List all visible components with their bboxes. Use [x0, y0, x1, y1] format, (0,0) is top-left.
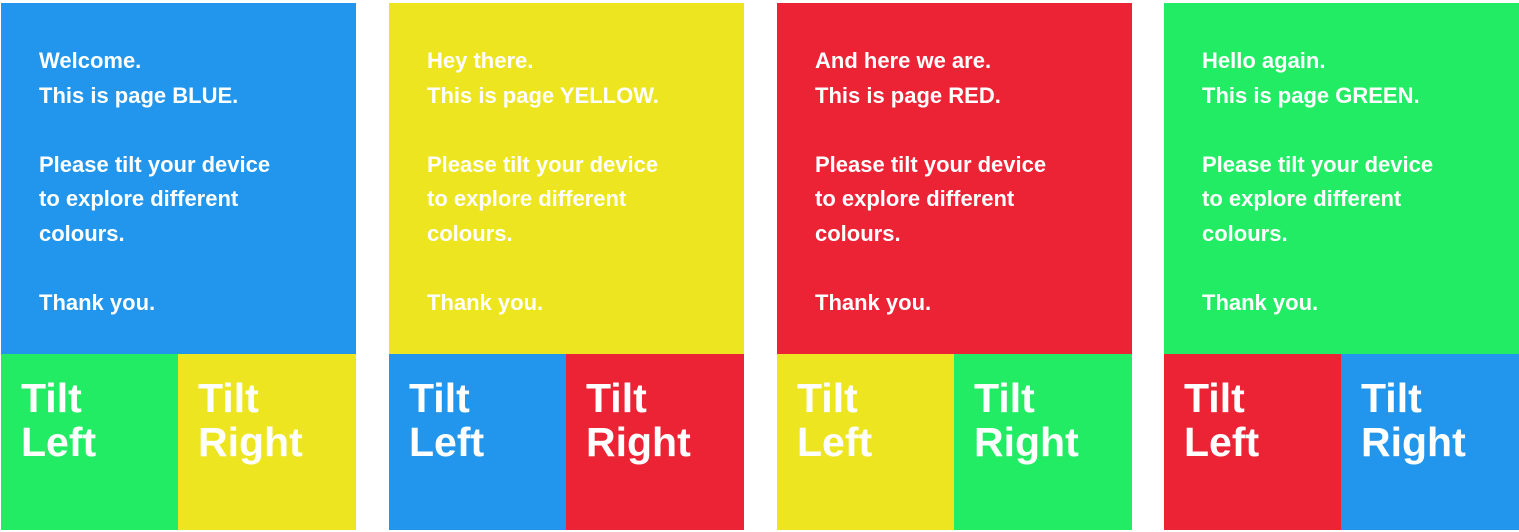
- message-text: Hello again. This is page GREEN. Please …: [1202, 44, 1433, 320]
- tilt-right-button[interactable]: Tilt Right: [178, 354, 356, 530]
- tilt-right-label: Tilt Right: [586, 375, 691, 465]
- message-panel: And here we are. This is page RED. Pleas…: [777, 3, 1132, 354]
- instruction-line-3: colours.: [1202, 220, 1288, 246]
- tilt-left-button[interactable]: Tilt Left: [1, 354, 179, 530]
- instruction-line-1: Please tilt your device: [39, 151, 271, 177]
- page-name-text: This is page GREEN.: [1202, 82, 1420, 108]
- tilt-left-button[interactable]: Tilt Left: [777, 354, 955, 530]
- tilt-right-label: Tilt Right: [198, 375, 303, 465]
- page-name-text: This is page BLUE.: [39, 82, 239, 108]
- screen-page-yellow: Hey there. This is page YELLOW. Please t…: [389, 3, 744, 530]
- greeting-text: Welcome.: [39, 48, 142, 73]
- instruction-line-2: to explore different: [427, 186, 627, 211]
- screen-page-green: Hello again. This is page GREEN. Please …: [1164, 3, 1519, 530]
- page-name-text: This is page YELLOW.: [427, 82, 659, 108]
- page-name-text: This is page RED.: [815, 82, 1001, 108]
- instruction-line-2: to explore different: [815, 186, 1015, 211]
- tilt-left-label: Tilt Left: [1184, 375, 1260, 465]
- instruction-line-3: colours.: [815, 220, 901, 246]
- greeting-text: And here we are.: [815, 48, 992, 73]
- instruction-line-2: to explore different: [1202, 186, 1402, 211]
- instruction-line-1: Please tilt your device: [427, 151, 659, 177]
- screen-page-red: And here we are. This is page RED. Pleas…: [777, 3, 1132, 530]
- message-text: Welcome. This is page BLUE. Please tilt …: [39, 44, 270, 320]
- tilt-left-label: Tilt Left: [797, 375, 873, 465]
- thanks-text: Thank you.: [39, 289, 156, 315]
- message-text: Hey there. This is page YELLOW. Please t…: [427, 44, 659, 320]
- instruction-line-1: Please tilt your device: [1202, 151, 1434, 177]
- greeting-text: Hello again.: [1202, 48, 1326, 73]
- tilt-left-label: Tilt Left: [409, 375, 485, 465]
- thanks-text: Thank you.: [815, 289, 932, 315]
- instruction-line-3: colours.: [39, 220, 125, 246]
- tilt-right-label: Tilt Right: [974, 375, 1079, 465]
- thanks-text: Thank you.: [427, 289, 544, 315]
- tilt-right-button[interactable]: Tilt Right: [566, 354, 744, 530]
- instruction-line-2: to explore different: [39, 186, 239, 211]
- greeting-text: Hey there.: [427, 48, 534, 73]
- tilt-left-button[interactable]: Tilt Left: [389, 354, 567, 530]
- tilt-left-label: Tilt Left: [21, 375, 97, 465]
- message-text: And here we are. This is page RED. Pleas…: [815, 44, 1046, 320]
- tilt-right-label: Tilt Right: [1361, 375, 1466, 465]
- message-panel: Welcome. This is page BLUE. Please tilt …: [1, 3, 356, 354]
- tilt-right-button[interactable]: Tilt Right: [954, 354, 1132, 530]
- tilt-right-button[interactable]: Tilt Right: [1341, 354, 1519, 530]
- thanks-text: Thank you.: [1202, 289, 1319, 315]
- tilt-left-button[interactable]: Tilt Left: [1164, 354, 1342, 530]
- message-panel: Hey there. This is page YELLOW. Please t…: [389, 3, 744, 354]
- instruction-line-1: Please tilt your device: [815, 151, 1047, 177]
- screen-page-blue: Welcome. This is page BLUE. Please tilt …: [1, 3, 356, 530]
- instruction-line-3: colours.: [427, 220, 513, 246]
- message-panel: Hello again. This is page GREEN. Please …: [1164, 3, 1519, 354]
